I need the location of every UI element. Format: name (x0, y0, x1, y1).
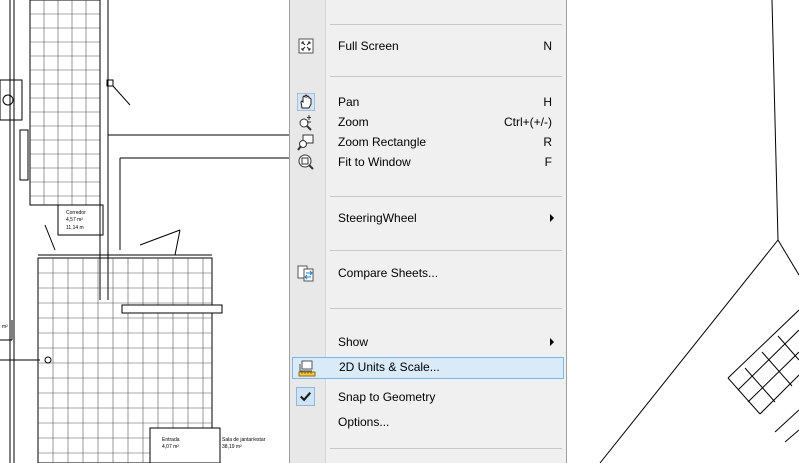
menu-item-2d-units-scale[interactable]: 2D Units & Scale... (292, 357, 564, 379)
menu-item-options[interactable]: Options... (290, 412, 566, 432)
menu-item-snap-to-geometry[interactable]: Snap to Geometry (290, 387, 566, 407)
check-icon (296, 387, 315, 406)
zoom-rectangle-icon (297, 134, 314, 151)
menu-item-label: Show (338, 335, 369, 349)
svg-text:11,14 m: 11,14 m (66, 225, 84, 231)
floor-plan-left (0, 0, 289, 463)
menu-item-pan[interactable]: Pan H (290, 92, 566, 112)
svg-text:4,57 m²: 4,57 m² (66, 217, 83, 223)
menu-item-shortcut: R (543, 135, 552, 149)
menu-item-label: Zoom Rectangle (338, 135, 427, 149)
menu-item-label: 2D Units & Scale... (339, 360, 440, 374)
menu-item-label: Fit to Window (338, 155, 411, 169)
hand-icon (297, 93, 315, 111)
submenu-arrow-icon (550, 338, 554, 346)
menu-item-steeringwheel[interactable]: SteeringWheel (290, 208, 566, 228)
menu-item-zoom[interactable]: Zoom Ctrl+(+/-) (290, 112, 566, 132)
room-labels: Corredor 4,57 m² 11,14 m Entrada 4,07 m²… (2, 210, 266, 450)
menu-item-shortcut: N (543, 39, 552, 53)
menu-separator (330, 76, 562, 77)
svg-text:38,19 m²: 38,19 m² (222, 444, 242, 450)
menu-item-shortcut: Ctrl+(+/-) (504, 115, 552, 129)
menu-item-shortcut: H (543, 95, 552, 109)
submenu-arrow-icon (550, 214, 554, 222)
menu-separator (330, 308, 562, 309)
menu-item-show[interactable]: Show (290, 332, 566, 352)
menu-item-label: Options... (338, 415, 390, 429)
floor-plan-right (599, 0, 799, 463)
menu-item-label: Zoom (338, 115, 369, 129)
menu-item-label: Pan (338, 95, 360, 109)
compare-sheets-icon (297, 265, 314, 282)
menu-separator (330, 448, 562, 449)
menu-item-zoom-rectangle[interactable]: Zoom Rectangle R (290, 132, 566, 152)
menu-item-compare-sheets[interactable]: Compare Sheets... (290, 263, 566, 283)
svg-text:4,07 m²: 4,07 m² (162, 444, 179, 450)
units-scale-icon (298, 360, 316, 377)
menu-item-label: Snap to Geometry (338, 390, 436, 404)
menu-item-full-screen[interactable]: Full Screen N (290, 36, 566, 56)
svg-text:Sala de jantar/estar: Sala de jantar/estar (222, 437, 266, 443)
zoom-icon (299, 115, 312, 131)
full-screen-icon (298, 38, 314, 54)
menu-item-label: Full Screen (338, 39, 399, 53)
menu-item-shortcut: F (544, 155, 552, 169)
menu-item-label: Compare Sheets... (338, 266, 439, 280)
menu-separator (330, 196, 562, 197)
view-context-menu: Full Screen N Pan H Zoom Ctrl+(+/-) Zoom… (289, 0, 567, 463)
menu-item-label: SteeringWheel (338, 211, 417, 225)
menu-separator (330, 250, 562, 251)
svg-text:Entrada: Entrada (162, 437, 180, 443)
menu-item-fit-to-window[interactable]: Fit to Window F (290, 152, 566, 172)
fit-to-window-icon (298, 154, 314, 170)
svg-text:m²: m² (2, 324, 8, 330)
menu-separator (330, 24, 562, 25)
svg-text:Corredor: Corredor (66, 210, 86, 216)
